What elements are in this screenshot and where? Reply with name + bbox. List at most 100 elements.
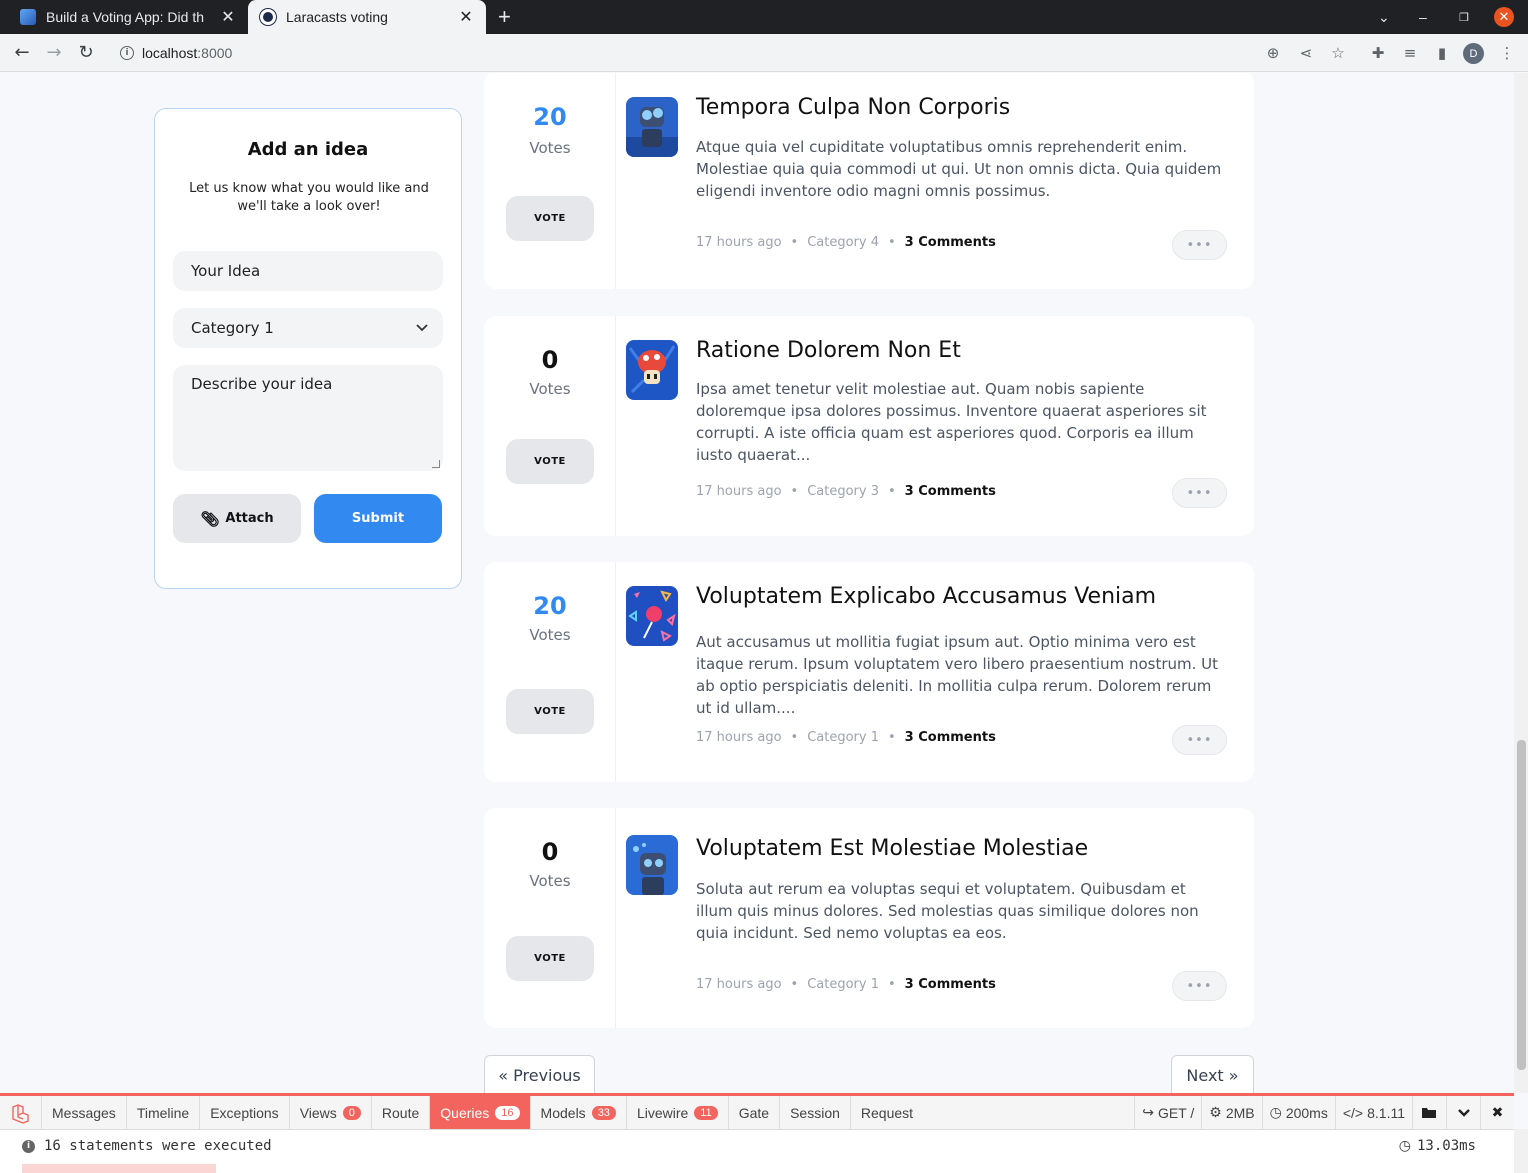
share-icon[interactable]: ⋖ — [1295, 42, 1317, 64]
more-options-button[interactable]: ••• — [1172, 725, 1227, 755]
debugbar-tab-models[interactable]: Models 33 — [531, 1096, 627, 1129]
attach-label: Attach — [225, 511, 274, 526]
idea-title[interactable]: Tempora Culpa Non Corporis — [696, 95, 1010, 120]
add-idea-title: Add an idea — [247, 139, 369, 160]
views-label: Views — [299, 1104, 337, 1121]
idea-description: Soluta aut rerum ea voluptas sequi et vo… — [696, 880, 1199, 942]
idea-description-textarea[interactable]: Describe your idea — [173, 365, 443, 471]
time-indicator[interactable]: ◷ 200ms — [1261, 1096, 1335, 1129]
previous-page-button[interactable]: « Previous — [484, 1055, 595, 1093]
browser-tab-inactive[interactable]: Build a Voting App: Did th ✕ — [8, 0, 248, 34]
vote-button[interactable]: VOTE — [506, 936, 594, 981]
debugbar-tab-session[interactable]: Session — [780, 1096, 851, 1129]
user-avatar[interactable] — [626, 97, 678, 157]
browser-menu-icon[interactable]: ⋮ — [1496, 42, 1518, 64]
debugbar-panel-scrollbar[interactable] — [1514, 1129, 1528, 1173]
vote-button[interactable]: VOTE — [506, 439, 594, 484]
user-avatar[interactable] — [626, 340, 678, 400]
user-avatar[interactable] — [626, 835, 678, 895]
user-avatar[interactable] — [626, 586, 678, 646]
extensions-puzzle-icon[interactable]: ✚ — [1367, 42, 1389, 64]
comments-link[interactable]: 3 Comments — [905, 484, 996, 499]
site-info-icon[interactable]: i — [120, 46, 134, 60]
debugbar-tab-timeline[interactable]: Timeline — [127, 1096, 201, 1129]
vote-button[interactable]: VOTE — [506, 196, 594, 241]
vote-column: 0 Votes VOTE — [484, 316, 616, 536]
address-bar[interactable]: i localhost:8000 — [108, 37, 1358, 69]
request-method-indicator[interactable]: ↪ GET / — [1134, 1096, 1201, 1129]
request-method: GET / — [1157, 1104, 1195, 1121]
idea-title-input[interactable]: Your Idea — [173, 251, 443, 291]
votes-label: Votes — [529, 626, 571, 644]
debugbar-tab-messages[interactable]: Messages — [42, 1096, 127, 1129]
tab-search-icon[interactable]: ⌄ — [1378, 0, 1390, 34]
idea-title[interactable]: Voluptatem Explicabo Accusamus Veniam — [696, 584, 1156, 609]
debugbar-tab-queries[interactable]: Queries 16 — [430, 1096, 531, 1129]
back-arrow-icon[interactable]: ← — [10, 42, 34, 64]
side-panel-icon[interactable]: ▮ — [1431, 42, 1453, 64]
minimize-debugbar-icon[interactable] — [1446, 1096, 1480, 1129]
browser-tab-active[interactable]: Laracasts voting ✕ — [248, 0, 486, 34]
tab-title: Build a Voting App: Did th — [46, 9, 204, 25]
idea-card[interactable]: 0 Votes VOTE Ratione Dolorem Non Et Ipsa… — [484, 316, 1254, 536]
category-select[interactable]: Category 1 — [173, 308, 443, 348]
reload-icon[interactable]: ↻ — [74, 42, 98, 64]
mushroom-avatar-icon — [626, 340, 678, 400]
clock-icon: ◷ — [1398, 1138, 1411, 1154]
close-tab-icon[interactable]: ✕ — [458, 7, 474, 27]
cogs-icon: ⚙ — [1209, 1104, 1222, 1120]
total-query-duration: ◷ 13.03ms — [1399, 1138, 1476, 1154]
restore-icon[interactable]: ❐ — [1459, 0, 1469, 34]
url-host: localhost — [142, 45, 198, 61]
robot-avatar-icon — [626, 835, 678, 895]
resize-handle-icon[interactable] — [432, 460, 440, 468]
bookmark-star-icon[interactable]: ☆ — [1327, 42, 1349, 64]
idea-card[interactable]: 20 Votes VOTE Voluptatem Explicabo Accus… — [484, 562, 1254, 782]
idea-title[interactable]: Ratione Dolorem Non Et — [696, 338, 961, 363]
idea-card[interactable]: 0 Votes VOTE Voluptatem Est Molestiae Mo… — [484, 808, 1254, 1028]
vote-button[interactable]: VOTE — [506, 689, 594, 734]
votes-label: Votes — [529, 872, 571, 890]
attach-button[interactable]: 📎︎ Attach — [173, 494, 301, 543]
debugbar-tab-views[interactable]: Views 0 — [290, 1096, 372, 1129]
more-options-button[interactable]: ••• — [1172, 230, 1227, 260]
close-debugbar-icon[interactable]: ✖ — [1480, 1096, 1514, 1129]
description-placeholder: Describe your idea — [191, 375, 333, 393]
views-count-badge: 0 — [342, 1105, 361, 1120]
close-tab-icon[interactable]: ✕ — [220, 7, 236, 27]
more-options-button[interactable]: ••• — [1172, 478, 1227, 508]
open-folder-icon[interactable] — [1412, 1096, 1446, 1129]
idea-timestamp: 17 hours ago — [696, 484, 782, 499]
minimize-icon[interactable]: – — [1419, 0, 1427, 34]
debugbar-tab-livewire[interactable]: Livewire 11 — [627, 1096, 729, 1129]
next-page-button[interactable]: Next » — [1171, 1055, 1254, 1093]
idea-description: Atque quia vel cupiditate voluptatibus o… — [696, 138, 1222, 200]
laracasts-favicon-icon — [20, 9, 36, 25]
page-scrollbar-thumb[interactable] — [1517, 740, 1526, 1070]
profile-avatar[interactable]: D — [1463, 43, 1484, 64]
debugbar-tab-gate[interactable]: Gate — [729, 1096, 781, 1129]
idea-card[interactable]: 20 Votes VOTE Tempora Culpa Non Corporis… — [484, 73, 1254, 289]
debugbar-tab-exceptions[interactable]: Exceptions — [200, 1096, 290, 1129]
comments-link[interactable]: 3 Comments — [905, 977, 996, 992]
idea-title[interactable]: Voluptatem Est Molestiae Molestiae — [696, 836, 1088, 861]
idea-description: Aut accusamus ut mollitia fugiat ipsum a… — [696, 633, 1219, 717]
clock-icon: ◷ — [1269, 1104, 1282, 1120]
more-options-button[interactable]: ••• — [1172, 971, 1227, 1001]
media-queue-icon[interactable]: ≡ — [1399, 42, 1421, 64]
idea-meta: 17 hours ago • Category 1 • 3 Comments — [696, 977, 996, 992]
comments-link[interactable]: 3 Comments — [905, 235, 996, 250]
memory-indicator[interactable]: ⚙ 2MB — [1201, 1096, 1261, 1129]
zoom-icon[interactable]: ⊕ — [1262, 42, 1284, 64]
submit-button[interactable]: Submit — [314, 494, 442, 543]
debugbar-tab-request[interactable]: Request — [851, 1096, 923, 1129]
forward-arrow-icon[interactable]: → — [42, 42, 66, 64]
idea-category: Category 1 — [807, 977, 879, 992]
window-close-icon[interactable]: ✕ — [1494, 7, 1514, 27]
new-tab-icon[interactable]: + — [498, 4, 511, 30]
debugbar-tab-route[interactable]: Route — [372, 1096, 431, 1129]
php-version-indicator[interactable]: </> 8.1.11 — [1334, 1096, 1412, 1129]
laravel-logo-icon[interactable] — [0, 1096, 42, 1129]
idea-description: Ipsa amet tenetur velit molestiae aut. Q… — [696, 380, 1207, 464]
comments-link[interactable]: 3 Comments — [905, 730, 996, 745]
